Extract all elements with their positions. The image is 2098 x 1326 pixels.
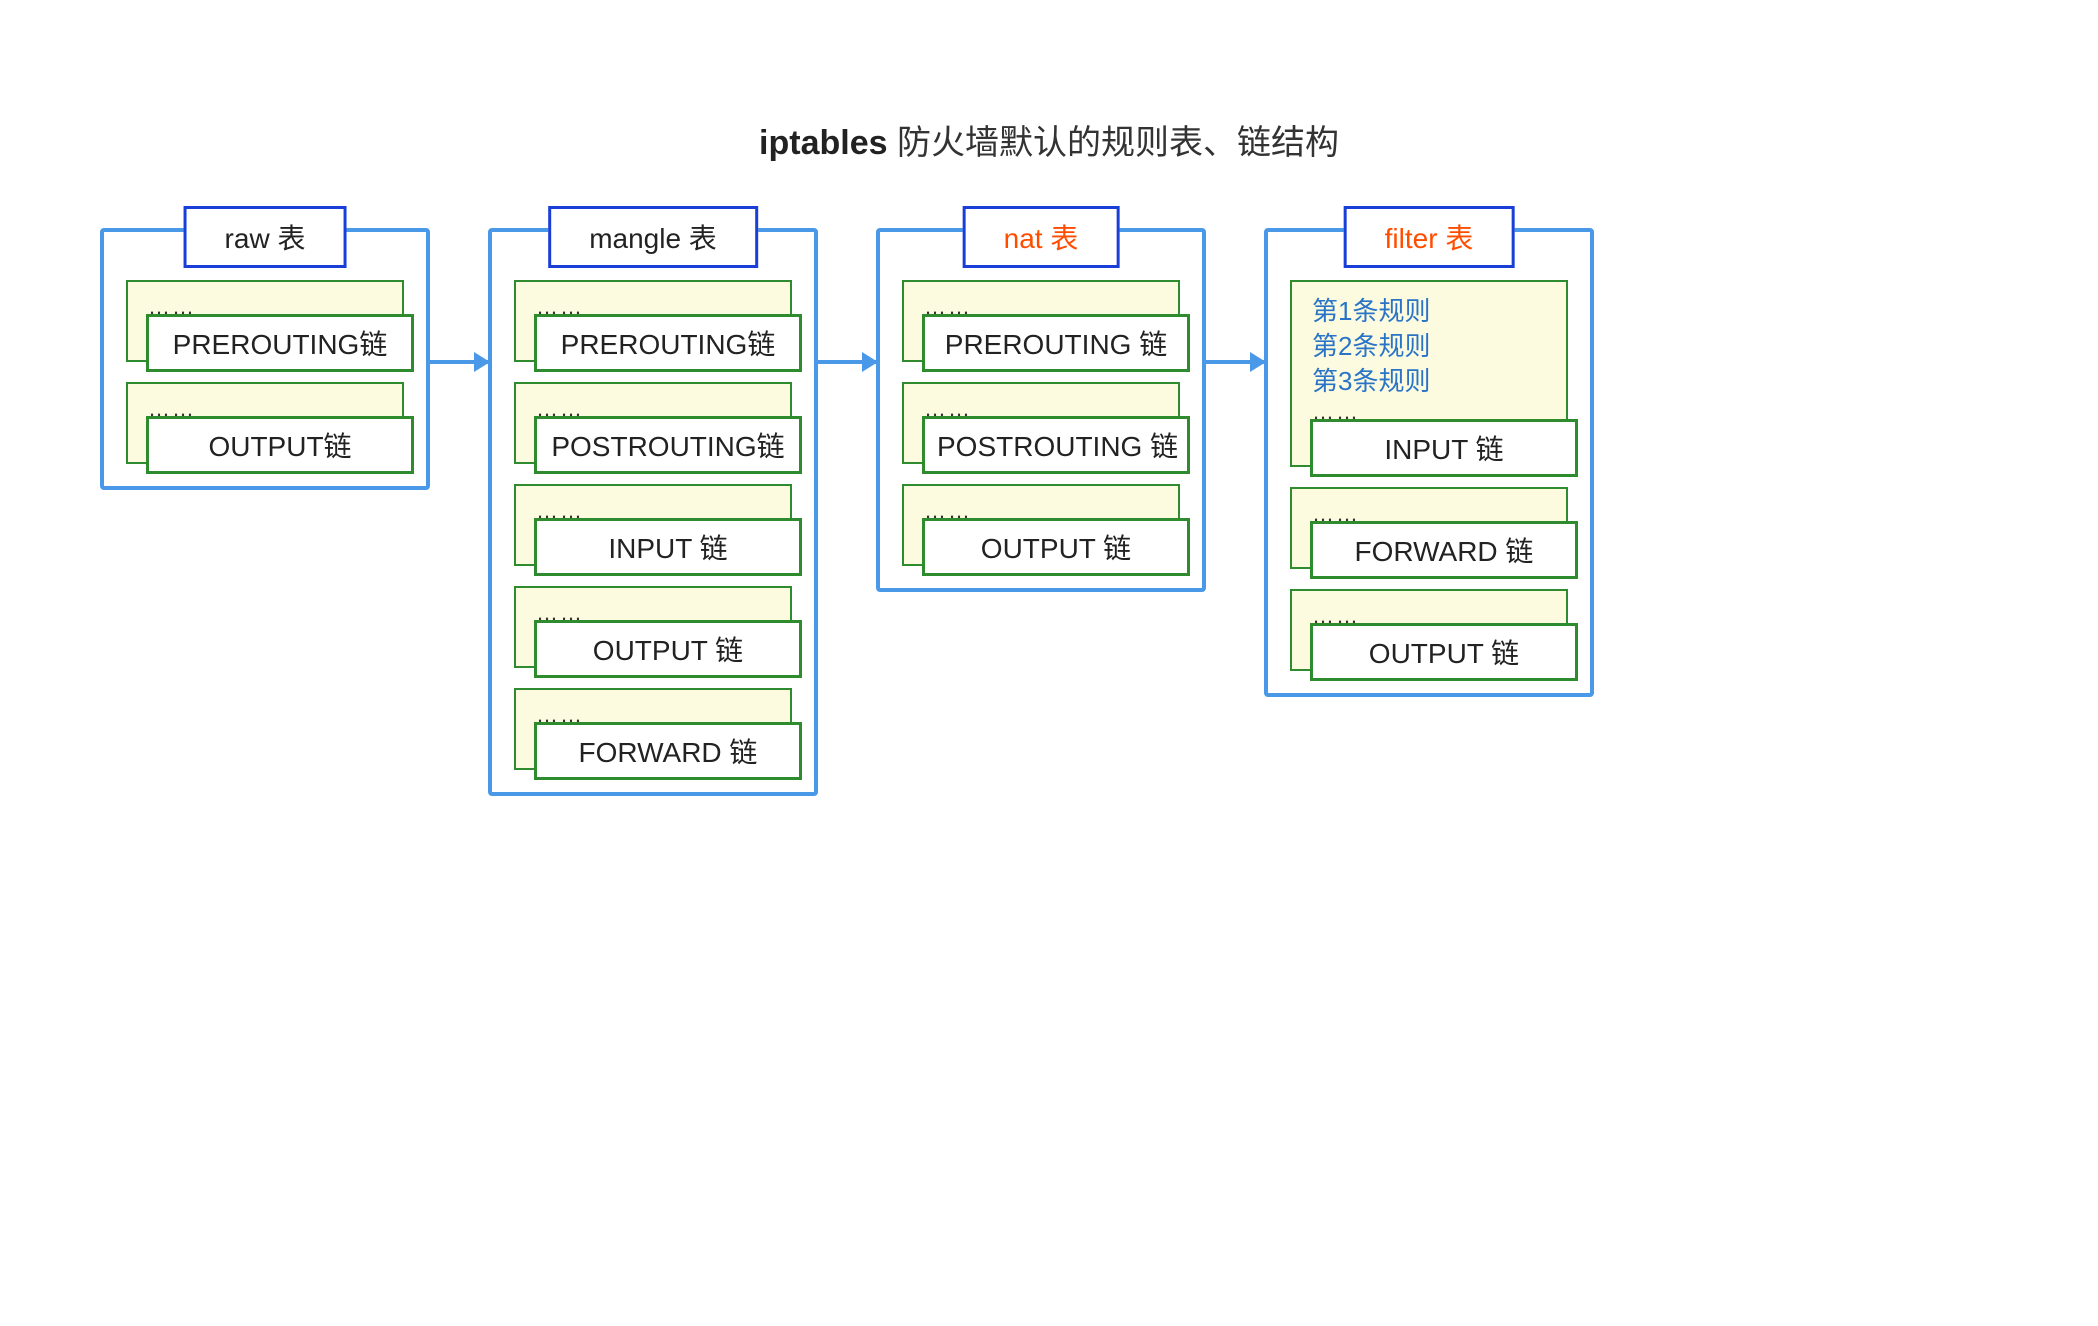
tables-row: raw 表 ……PREROUTING链 ……OUTPUT链 mangle 表 ……PRE…: [100, 200, 1594, 796]
table-title-raw: raw 表: [184, 206, 347, 268]
table-title-mangle: mangle 表: [548, 206, 758, 268]
chain-group: ……FORWARD 链: [514, 688, 792, 770]
chain-group: ……PREROUTING链: [514, 280, 792, 362]
chain-group: ……PREROUTING 链: [902, 280, 1180, 362]
arrow-right-icon: [818, 360, 876, 364]
chain-label: INPUT 链: [1310, 419, 1578, 477]
diagram-title: iptables 防火墙默认的规则表、链结构: [0, 115, 2098, 164]
chain-group: ……OUTPUT 链: [1290, 589, 1568, 671]
chain-group: ……POSTROUTING链: [514, 382, 792, 464]
table-box-mangle: mangle 表……PREROUTING链……POSTROUTING链……INP…: [488, 228, 818, 796]
chain-label: OUTPUT 链: [1310, 623, 1578, 681]
chain-label: OUTPUT链: [146, 416, 414, 474]
rule-line: 第2条规则: [1312, 329, 1552, 364]
chain-label: PREROUTING 链: [922, 314, 1190, 372]
chain-group: 第1条规则第2条规则第3条规则……INPUT 链: [1290, 280, 1568, 467]
chain-label: POSTROUTING 链: [922, 416, 1190, 474]
chain-group: ……OUTPUT 链: [902, 484, 1180, 566]
chain-group: ……PREROUTING链: [126, 280, 404, 362]
chain-label: OUTPUT 链: [922, 518, 1190, 576]
arrow-right-icon: [1206, 360, 1264, 364]
rule-line: 第1条规则: [1312, 294, 1552, 329]
chain-label: FORWARD 链: [534, 722, 802, 780]
title-bold: iptables: [759, 124, 887, 162]
chain-label: OUTPUT 链: [534, 620, 802, 678]
diagram-canvas: iptables 防火墙默认的规则表、链结构 raw 表 ……PREROUTING…: [0, 0, 2098, 1326]
chain-label: PREROUTING链: [534, 314, 802, 372]
table-title-nat: nat 表: [963, 206, 1120, 268]
chain-group: ……FORWARD 链: [1290, 487, 1568, 569]
chain-label: FORWARD 链: [1310, 521, 1578, 579]
table-title-filter: filter 表: [1344, 206, 1515, 268]
chain-label: PREROUTING链: [146, 314, 414, 372]
chain-group: ……POSTROUTING 链: [902, 382, 1180, 464]
chain-label: INPUT 链: [534, 518, 802, 576]
table-box-raw: raw 表……PREROUTING链……OUTPUT链: [100, 228, 430, 490]
arrow-right-icon: [430, 360, 488, 364]
table-box-filter: filter 表第1条规则第2条规则第3条规则……INPUT 链……FORWAR…: [1264, 228, 1594, 697]
title-rest: 防火墙默认的规则表、链结构: [888, 124, 1339, 162]
table-box-nat: nat 表……PREROUTING 链……POSTROUTING 链……OUTP…: [876, 228, 1206, 592]
chain-group: ……OUTPUT链: [126, 382, 404, 464]
rule-line: 第3条规则: [1312, 364, 1552, 399]
chain-group: ……INPUT 链: [514, 484, 792, 566]
chain-label: POSTROUTING链: [534, 416, 802, 474]
chain-group: ……OUTPUT 链: [514, 586, 792, 668]
